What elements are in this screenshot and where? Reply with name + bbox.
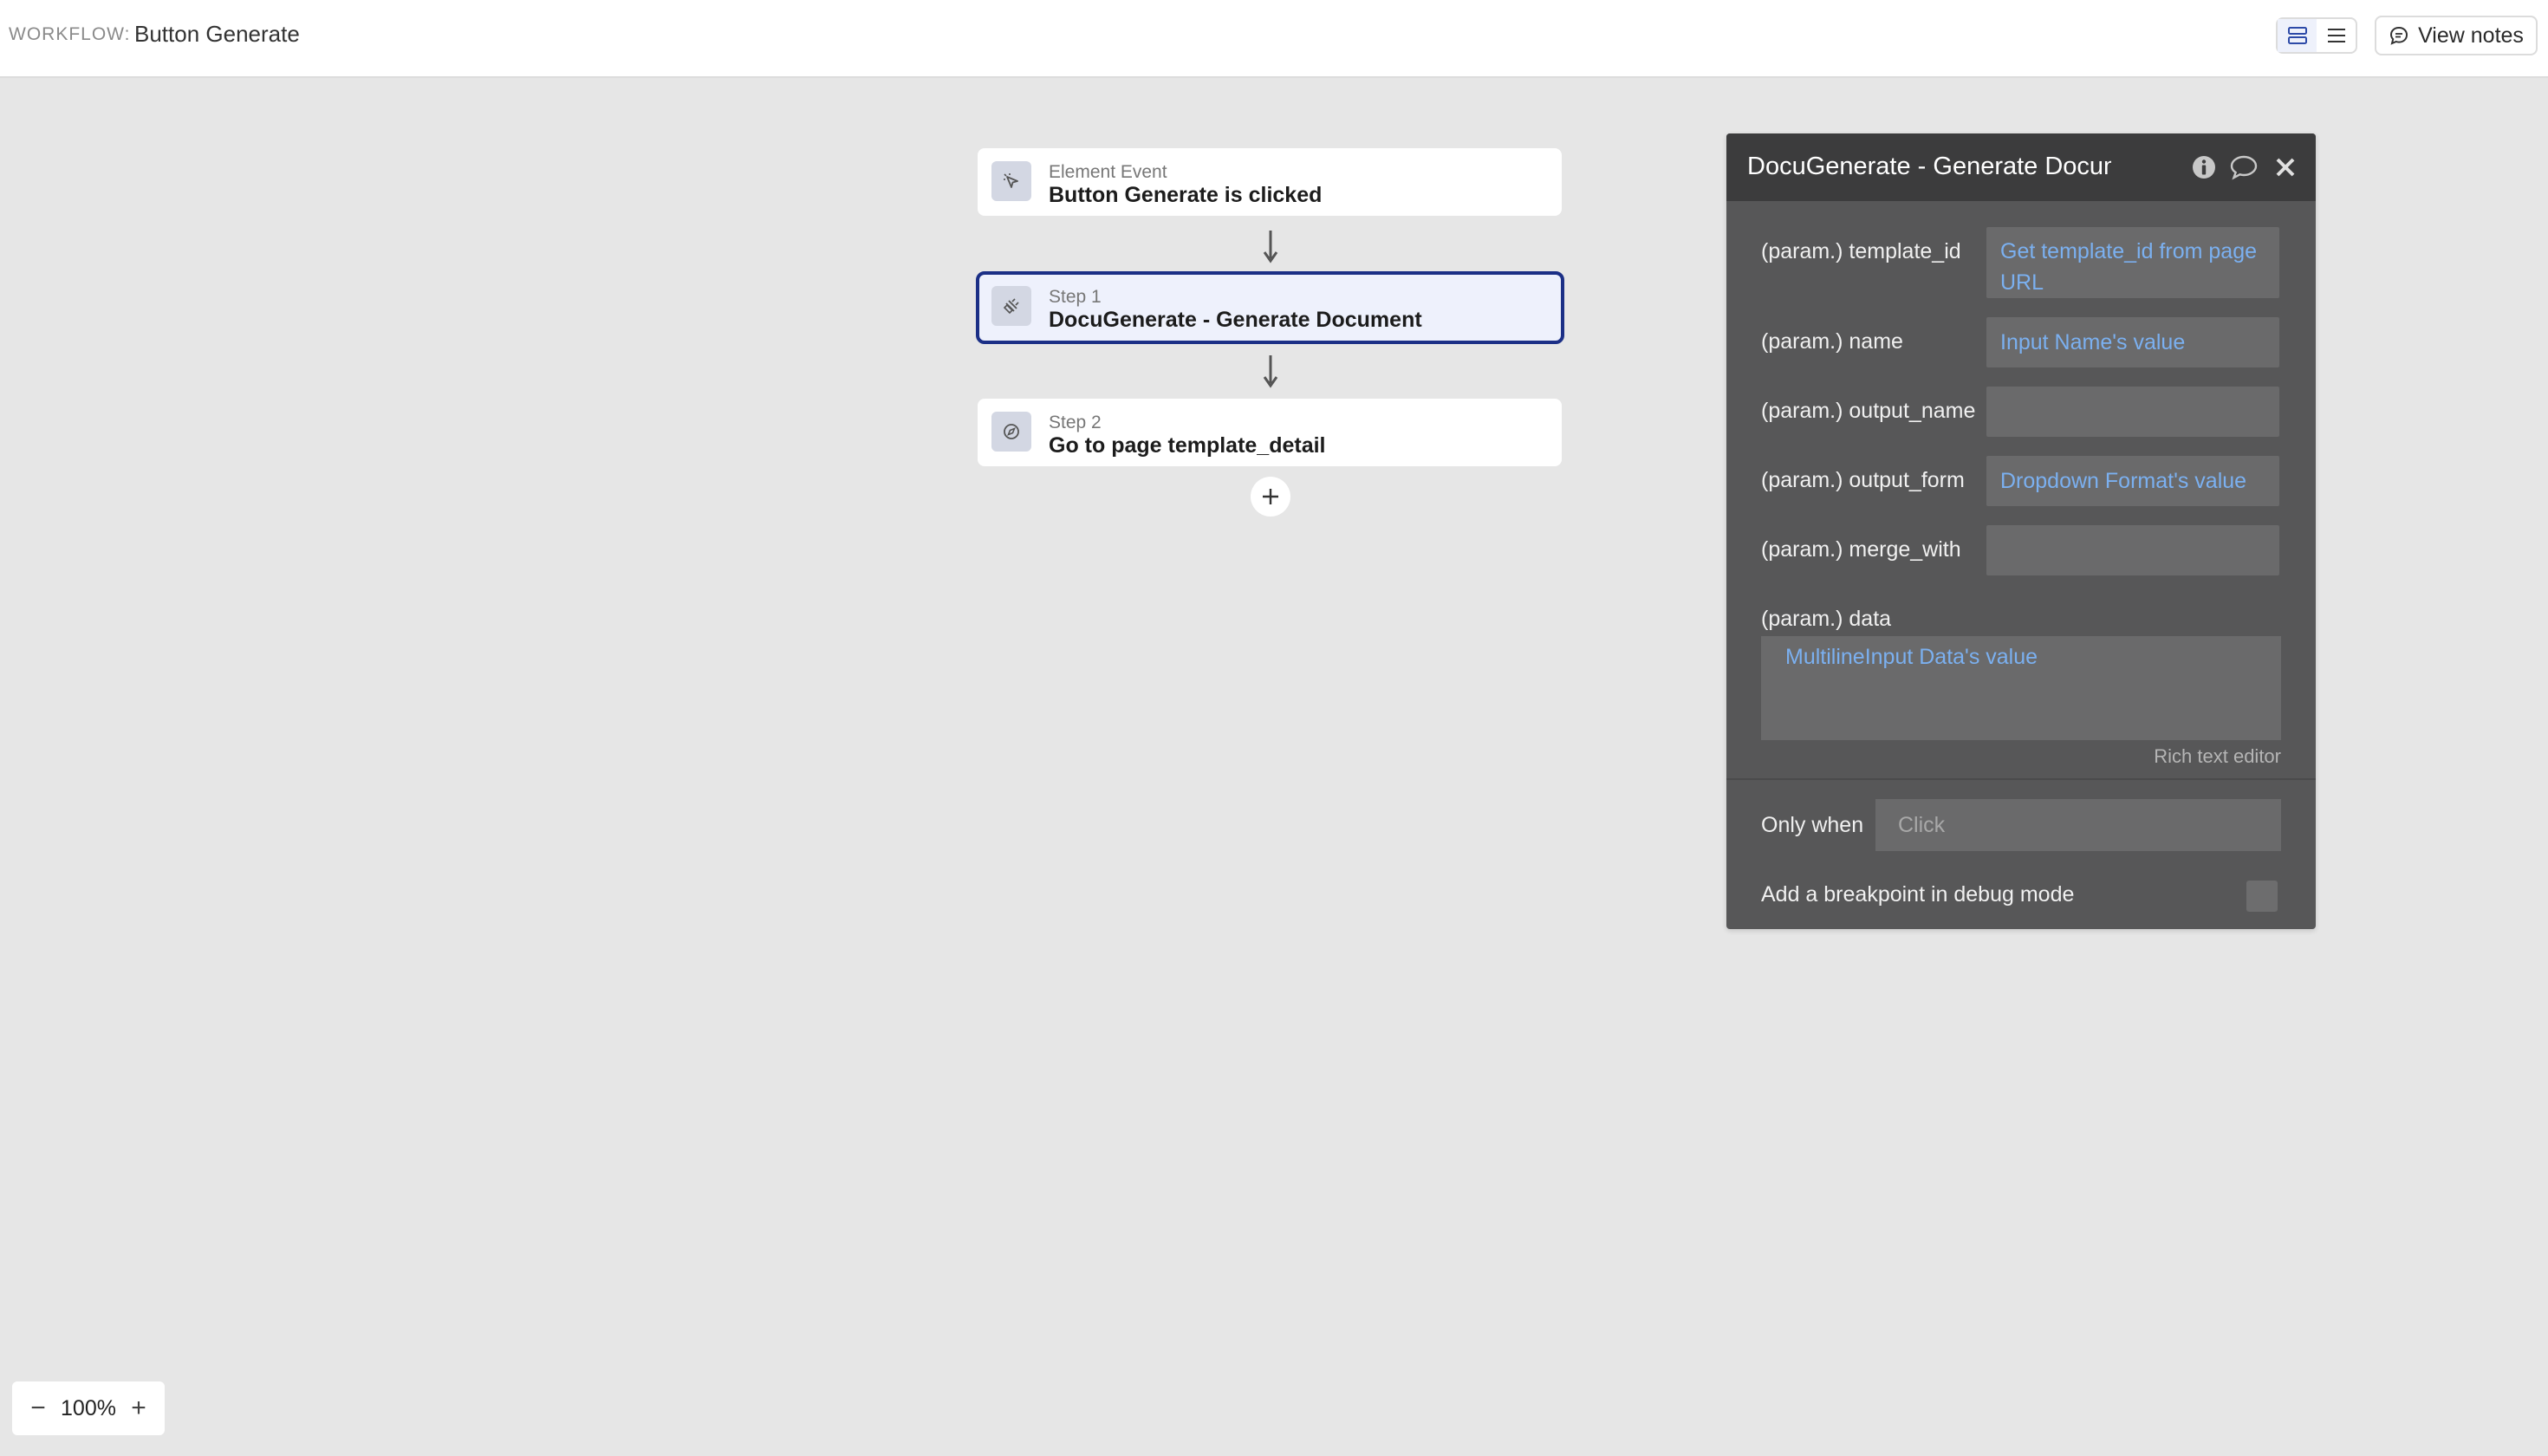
param-label: (param.) template_id	[1761, 239, 1961, 263]
view-toggle	[2276, 17, 2357, 54]
close-icon[interactable]	[2271, 153, 2300, 182]
param-label: (param.) name	[1761, 329, 1903, 354]
plugin-icon	[991, 286, 1031, 326]
event-kind: Element Event	[1049, 162, 1167, 182]
param-output-name-field[interactable]	[1986, 387, 2279, 437]
rich-text-editor-link[interactable]: Rich text editor	[2154, 745, 2281, 768]
param-label: (param.) output_form	[1761, 468, 1965, 492]
workflow-name[interactable]: Button Generate	[134, 21, 300, 48]
divider	[1726, 778, 2316, 780]
list-view-icon[interactable]	[2317, 19, 2356, 52]
step-1-title: DocuGenerate - Generate Document	[1049, 308, 1422, 332]
step-1-card[interactable]: Step 1 DocuGenerate - Generate Document	[976, 271, 1564, 344]
param-label: (param.) output_name	[1761, 399, 1976, 423]
step-1-kind: Step 1	[1049, 287, 1102, 307]
zoom-in-button[interactable]: +	[127, 1394, 151, 1423]
param-data-value: MultilineInput Data's value	[1785, 645, 2038, 669]
param-data-field[interactable]: MultilineInput Data's value	[1761, 636, 2281, 740]
panel-header: DocuGenerate - Generate Document	[1726, 133, 2316, 201]
view-notes-label: View notes	[2418, 23, 2524, 48]
breakpoint-label: Add a breakpoint in debug mode	[1761, 882, 2075, 907]
breakpoint-checkbox[interactable]	[2246, 881, 2278, 912]
down-arrow-icon	[1263, 355, 1278, 388]
step-2-title: Go to page template_detail	[1049, 433, 1326, 458]
param-output-form-field[interactable]: Dropdown Format's value	[1986, 456, 2279, 506]
comment-icon	[2390, 26, 2408, 45]
only-when-field[interactable]: Click	[1875, 799, 2281, 851]
param-label: (param.) merge_with	[1761, 537, 1961, 562]
param-name-field[interactable]: Input Name's value	[1986, 317, 2279, 367]
param-template-id-field[interactable]: Get template_id from page URL	[1986, 227, 2279, 298]
step-2-card[interactable]: Step 2 Go to page template_detail	[978, 399, 1562, 466]
event-title: Button Generate is clicked	[1049, 183, 1323, 207]
only-when-label: Only when	[1761, 813, 1864, 837]
plus-icon	[1263, 489, 1278, 504]
info-icon[interactable]	[2189, 153, 2219, 182]
param-merge-with-field[interactable]	[1986, 525, 2279, 575]
zoom-out-button[interactable]: −	[26, 1394, 50, 1423]
click-icon	[991, 161, 1031, 201]
only-when-placeholder: Click	[1898, 813, 1946, 837]
down-arrow-icon	[1263, 231, 1278, 263]
zoom-control: − 100% +	[12, 1381, 165, 1435]
add-step-button[interactable]	[1251, 477, 1290, 517]
navigate-icon	[991, 412, 1031, 452]
zoom-level: 100%	[61, 1395, 116, 1420]
action-properties-panel: DocuGenerate - Generate Document (param.…	[1726, 133, 2316, 929]
event-card[interactable]: Element Event Button Generate is clicked	[978, 148, 1562, 216]
card-view-icon[interactable]	[2278, 19, 2317, 52]
workflow-label: WORKFLOW:	[9, 24, 131, 44]
step-2-kind: Step 2	[1049, 413, 1102, 432]
top-bar: WORKFLOW: Button Generate View notes	[0, 0, 2548, 78]
panel-title: DocuGenerate - Generate Document	[1747, 153, 2111, 180]
param-data-label: (param.) data	[1761, 607, 1892, 631]
view-notes-button[interactable]: View notes	[2375, 16, 2538, 55]
comment-icon[interactable]	[2229, 153, 2259, 182]
